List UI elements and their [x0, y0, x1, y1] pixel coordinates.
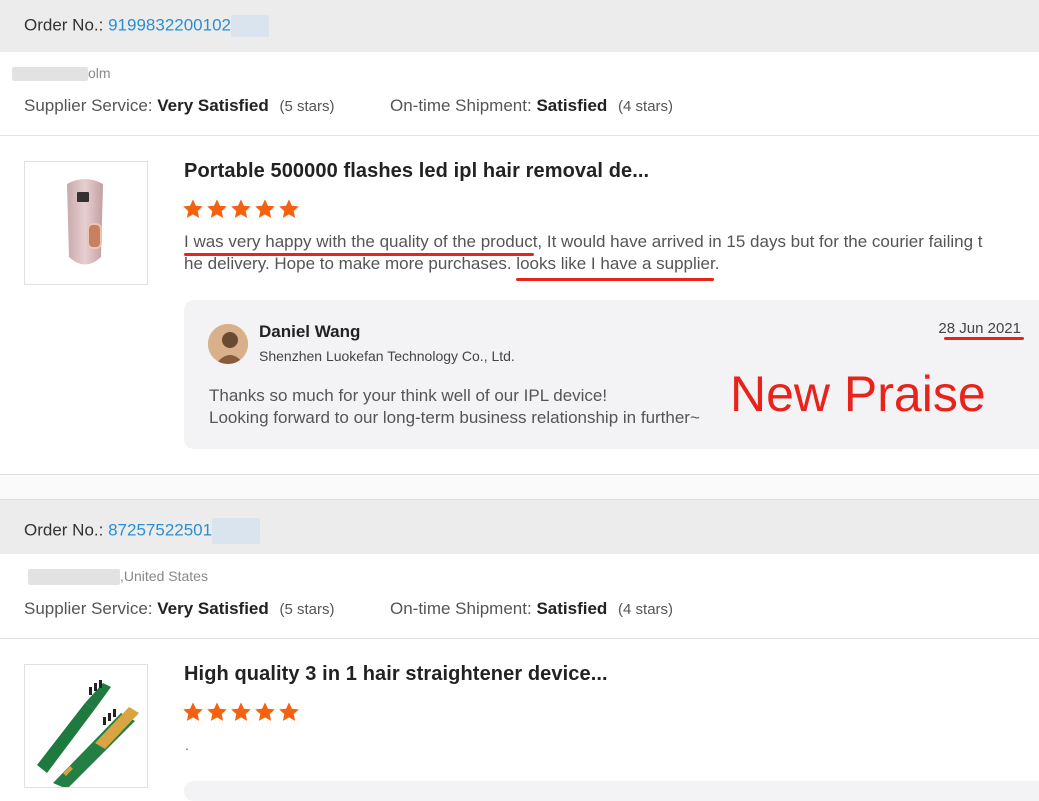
- supplier-reply: [184, 781, 1039, 801]
- order-header: Order No.: 9199832200102: [0, 0, 1039, 52]
- reply-text: Thanks so much for your think well of ou…: [209, 386, 700, 427]
- product-title[interactable]: High quality 3 in 1 hair straightener de…: [184, 663, 608, 686]
- annotation-underline: [516, 278, 714, 281]
- order-header: Order No.: 87257522501: [0, 500, 1039, 554]
- buyer-location: olm: [12, 65, 111, 82]
- order-label: Order No.:: [24, 520, 104, 540]
- star-icon: [183, 199, 203, 218]
- divider: [0, 638, 1039, 639]
- blurred-region: [28, 569, 120, 586]
- new-praise-annotation: New Praise: [730, 366, 986, 422]
- star-icon: [255, 702, 275, 721]
- star-icon: [255, 199, 275, 218]
- reply-date: 28 Jun 2021: [938, 320, 1021, 337]
- blurred-region: [12, 67, 88, 82]
- product-rating: [182, 198, 300, 220]
- product-title[interactable]: Portable 500000 flashes led ipl hair rem…: [184, 160, 649, 183]
- star-icon: [279, 199, 299, 218]
- order-number-link[interactable]: 9199832200102: [108, 15, 231, 34]
- hair-straightener-image: [37, 680, 139, 789]
- product-rating: [182, 701, 300, 723]
- reply-author: Daniel Wang: [259, 322, 361, 341]
- avatar: [208, 324, 248, 364]
- star-icon: [207, 702, 227, 721]
- blurred-region: [231, 15, 270, 37]
- star-icon: [231, 199, 251, 218]
- shipment-value: Satisfied: [536, 599, 608, 618]
- section-separator: [0, 474, 1039, 500]
- shipment-value: Satisfied: [536, 96, 608, 115]
- buyer-location: ,United States: [28, 568, 208, 586]
- order-label: Order No.:: [24, 15, 104, 35]
- review-text: .: [185, 737, 189, 753]
- star-icon: [183, 702, 203, 721]
- star-icon: [207, 199, 227, 218]
- reply-company: Shenzhen Luokefan Technology Co., Ltd.: [259, 348, 515, 364]
- order-number-link[interactable]: 87257522501: [108, 520, 212, 539]
- order-ratings: Supplier Service: Very Satisfied (5 star…: [24, 599, 674, 618]
- supplier-service-value: Very Satisfied: [157, 96, 269, 115]
- divider: [0, 135, 1039, 136]
- star-icon: [279, 702, 299, 721]
- star-icon: [231, 702, 251, 721]
- annotation-underline: [944, 337, 1024, 340]
- product-thumbnail[interactable]: [24, 664, 148, 789]
- supplier-service-value: Very Satisfied: [157, 599, 269, 618]
- order-ratings: Supplier Service: Very Satisfied (5 star…: [24, 96, 674, 115]
- ipl-device-image: [67, 179, 103, 265]
- product-thumbnail[interactable]: [24, 161, 148, 285]
- blurred-region: [212, 518, 261, 544]
- annotation-underline: [184, 253, 534, 256]
